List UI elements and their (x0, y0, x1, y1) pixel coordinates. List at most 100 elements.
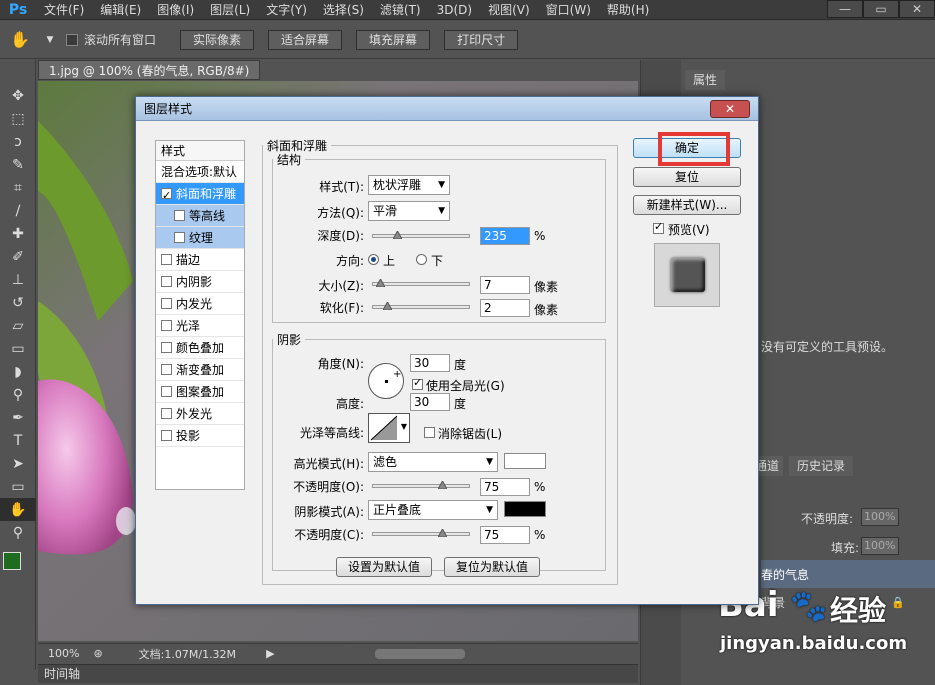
marquee-tool-icon[interactable]: ⬚ (0, 107, 36, 130)
depth-slider[interactable] (372, 231, 470, 239)
style-select[interactable]: 枕状浮雕 ▼ (368, 175, 450, 195)
size-slider-thumb[interactable] (376, 279, 385, 287)
style-item[interactable]: 图案叠加 (156, 381, 244, 403)
horizontal-scrollbar[interactable] (374, 648, 465, 659)
dialog-close-button[interactable]: ✕ (710, 100, 750, 118)
gradient-tool-icon[interactable]: ▭ (0, 337, 36, 360)
global-light-checkbox[interactable] (412, 376, 423, 390)
history-tab[interactable]: 历史记录 (789, 456, 854, 476)
minimize-button[interactable]: — (827, 0, 863, 18)
brush-tool-icon[interactable]: ✐ (0, 245, 36, 268)
size-input[interactable]: 7 (480, 276, 530, 294)
menu-item[interactable]: 3D(D) (429, 0, 480, 20)
anti-alias-checkbox[interactable] (424, 427, 435, 438)
document-tab[interactable]: 1.jpg @ 100% (春的气息, RGB/8#) * × (38, 60, 260, 98)
fill-field[interactable]: 100% (861, 537, 899, 555)
timeline-panel[interactable]: 时间轴 (38, 664, 638, 683)
style-item-checkbox[interactable] (161, 298, 172, 309)
menu-item[interactable]: 视图(V) (480, 0, 538, 20)
menu-item[interactable]: 编辑(E) (92, 0, 149, 20)
styles-header[interactable]: 样式 (156, 141, 244, 161)
shadow-opacity-thumb[interactable] (438, 529, 447, 537)
shadow-mode-select[interactable]: 正片叠底 ▼ (368, 500, 498, 520)
highlight-opacity-input[interactable]: 75 (480, 478, 530, 496)
style-item-checkbox[interactable] (161, 364, 172, 375)
menu-item[interactable]: 窗口(W) (538, 0, 599, 20)
soften-slider[interactable] (372, 302, 470, 310)
style-item-checkbox[interactable] (161, 185, 172, 207)
path-select-tool-icon[interactable]: ➤ (0, 452, 36, 475)
menu-item[interactable]: 文件(F) (36, 0, 92, 20)
zoom-tool-icon[interactable]: ⚲ (0, 521, 36, 544)
style-item-checkbox[interactable] (161, 320, 172, 331)
soften-input[interactable]: 2 (480, 299, 530, 317)
size-slider[interactable] (372, 279, 470, 287)
menu-item[interactable]: 选择(S) (315, 0, 372, 20)
style-item-checkbox[interactable] (174, 232, 185, 243)
highlight-opacity-slider[interactable] (372, 481, 470, 489)
dialog-titlebar[interactable]: 图层样式 ✕ (136, 97, 758, 121)
status-icon[interactable]: ⊛ (93, 647, 102, 660)
angle-dial[interactable]: + (368, 363, 404, 399)
eyedropper-tool-icon[interactable]: ∕ (0, 199, 36, 222)
reset-default-button[interactable]: 复位为默认值 (444, 557, 540, 577)
stamp-tool-icon[interactable]: ⊥ (0, 268, 36, 291)
highlight-color-swatch[interactable] (504, 453, 546, 469)
fit-screen-button[interactable]: 适合屏幕 (268, 29, 343, 50)
play-icon[interactable]: ▶ (266, 647, 274, 660)
direction-up-radio[interactable] (368, 254, 379, 265)
crop-tool-icon[interactable]: ⌗ (0, 176, 36, 199)
soften-slider-thumb[interactable] (383, 302, 392, 310)
new-style-button[interactable]: 新建样式(W)... (633, 195, 741, 215)
maximize-button[interactable]: ▭ (863, 0, 899, 18)
gloss-contour-picker[interactable]: ▼ (368, 413, 410, 443)
style-item-checkbox[interactable] (161, 386, 172, 397)
style-item[interactable]: 内阴影 (156, 271, 244, 293)
shape-tool-icon[interactable]: ▭ (0, 475, 36, 498)
menu-item[interactable]: 文字(Y) (258, 0, 315, 20)
style-item-checkbox[interactable] (161, 254, 172, 265)
color-swatches[interactable] (0, 544, 35, 584)
style-item[interactable]: 等高线 (156, 205, 244, 227)
close-window-button[interactable]: ✕ (899, 0, 935, 18)
angle-input[interactable]: 30 (410, 354, 450, 372)
type-tool-icon[interactable]: T (0, 429, 36, 452)
style-item-checkbox[interactable] (161, 430, 172, 441)
actual-pixels-button[interactable]: 实际像素 (180, 29, 255, 50)
style-item[interactable]: 内发光 (156, 293, 244, 315)
direction-down-radio[interactable] (416, 254, 427, 265)
fill-screen-button[interactable]: 填充屏幕 (356, 29, 431, 50)
style-item[interactable]: 颜色叠加 (156, 337, 244, 359)
style-item[interactable]: 斜面和浮雕 (156, 183, 244, 207)
style-item[interactable]: 渐变叠加 (156, 359, 244, 381)
shadow-color-swatch[interactable] (504, 501, 546, 517)
preview-checkbox[interactable] (653, 220, 664, 234)
style-item-checkbox[interactable] (161, 408, 172, 419)
menu-item[interactable]: 图层(L) (202, 0, 258, 20)
layer-row[interactable]: 春的气息 (761, 560, 935, 588)
style-item[interactable]: 描边 (156, 249, 244, 271)
eraser-tool-icon[interactable]: ▱ (0, 314, 36, 337)
altitude-input[interactable]: 30 (410, 393, 450, 411)
make-default-button[interactable]: 设置为默认值 (336, 557, 432, 577)
menu-item[interactable]: 滤镜(T) (372, 0, 429, 20)
blend-options-item[interactable]: 混合选项:默认 (156, 161, 244, 183)
print-size-button[interactable]: 打印尺寸 (444, 29, 519, 50)
depth-input[interactable]: 235 (480, 227, 530, 245)
style-item-checkbox[interactable] (174, 210, 185, 221)
highlight-mode-select[interactable]: 滤色 ▼ (368, 452, 498, 472)
style-item[interactable]: 纹理 (156, 227, 244, 249)
style-item[interactable]: 投影 (156, 425, 244, 447)
zoom-level[interactable]: 100% (48, 647, 79, 660)
blur-tool-icon[interactable]: ◗ (0, 360, 36, 383)
move-tool-icon[interactable]: ✥ (0, 84, 36, 107)
menu-item[interactable]: 帮助(H) (599, 0, 657, 20)
history-brush-icon[interactable]: ↺ (0, 291, 36, 314)
properties-tab[interactable]: 属性 (685, 70, 726, 90)
technique-select[interactable]: 平滑 ▼ (368, 201, 450, 221)
shadow-opacity-input[interactable]: 75 (480, 526, 530, 544)
reset-button[interactable]: 复位 (633, 167, 741, 187)
depth-slider-thumb[interactable] (393, 231, 402, 239)
scroll-all-checkbox[interactable] (66, 33, 78, 46)
foreground-color[interactable] (3, 552, 21, 570)
